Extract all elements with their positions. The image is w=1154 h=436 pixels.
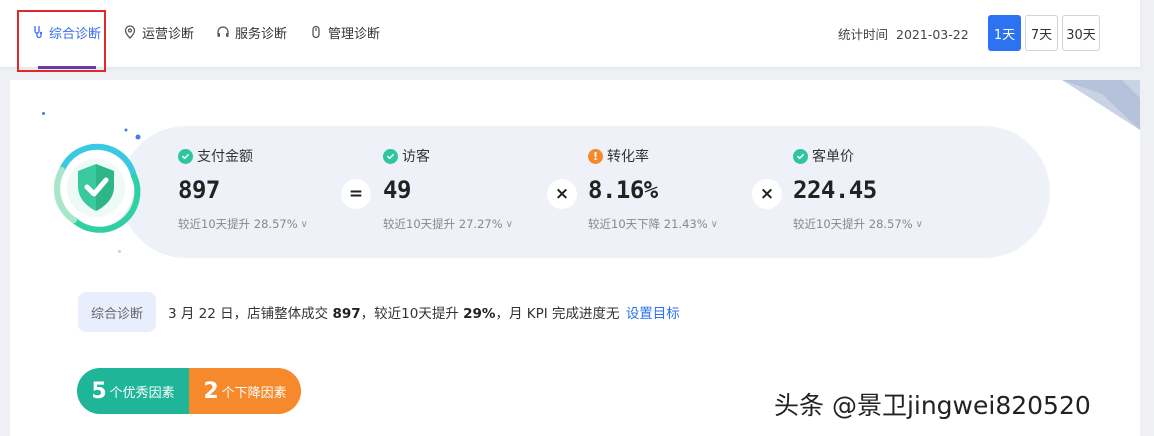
metric-compare[interactable]: 较近10天提升 28.57% ∨ bbox=[793, 216, 923, 232]
tab-service-diagnosis[interactable]: 服务诊断 bbox=[216, 20, 287, 44]
check-icon bbox=[793, 148, 808, 164]
decor-dot bbox=[118, 250, 121, 253]
chevron-down-icon: ∨ bbox=[300, 218, 308, 230]
metric-compare[interactable]: 较近10天下降 21.43% ∨ bbox=[588, 216, 718, 232]
diagnosis-panel: 支付金额 897 较近10天提升 28.57% ∨ = 访客 49 较近10天提升… bbox=[10, 80, 1140, 436]
time-range-selector: 1天 7天 30天 bbox=[988, 15, 1104, 51]
excellent-factors-button[interactable]: 5 个优秀因素 bbox=[77, 368, 189, 414]
check-icon bbox=[178, 148, 193, 164]
metric-conversion-rate: ! 转化率 8.16% 较近10天下降 21.43% ∨ bbox=[588, 146, 718, 232]
diagnosis-summary: 综合诊断 3 月 22 日，店铺整体成交 897，较近10天提升 29%，月 K… bbox=[78, 292, 680, 332]
metric-compare[interactable]: 较近10天提升 28.57% ∨ bbox=[178, 216, 308, 232]
factor-pills: 5 个优秀因素 2 个下降因素 bbox=[77, 368, 301, 414]
range-button-30d[interactable]: 30天 bbox=[1062, 15, 1100, 51]
diagnosis-text: 3 月 22 日，店铺整体成交 897，较近10天提升 29%，月 KPI 完成… bbox=[168, 306, 680, 322]
stat-time-date: 2021-03-22 bbox=[896, 27, 969, 42]
top-bar: 综合诊断 运营诊断 服务诊断 管理诊断 统计时间 2021-03-22 1天 7… bbox=[0, 0, 1140, 68]
chevron-down-icon: ∨ bbox=[710, 218, 718, 230]
diagnosis-amount: 897 bbox=[332, 306, 361, 322]
range-button-1d[interactable]: 1天 bbox=[988, 15, 1021, 51]
tab-management-diagnosis[interactable]: 管理诊断 bbox=[309, 20, 380, 44]
annotation-highlight-box bbox=[17, 10, 106, 72]
metric-value: 897 bbox=[178, 176, 220, 204]
set-target-link[interactable]: 设置目标 bbox=[626, 306, 680, 322]
metric-label: 访客 bbox=[402, 149, 430, 165]
metric-value: 8.16% bbox=[588, 176, 658, 204]
metric-average-order-value: 客单价 224.45 较近10天提升 28.57% ∨ bbox=[793, 146, 923, 232]
range-button-7d[interactable]: 7天 bbox=[1025, 15, 1058, 51]
metric-label: 支付金额 bbox=[197, 149, 253, 165]
metric-label: 转化率 bbox=[607, 149, 649, 165]
security-shield-icon bbox=[53, 124, 162, 242]
tab-operation-diagnosis[interactable]: 运营诊断 bbox=[123, 20, 194, 44]
diagnosis-tag: 综合诊断 bbox=[78, 292, 156, 332]
metric-value: 49 bbox=[383, 176, 411, 204]
location-icon bbox=[123, 25, 137, 39]
diagnosis-percent: 29% bbox=[463, 306, 496, 322]
active-tab-indicator bbox=[38, 66, 96, 69]
tab-label: 运营诊断 bbox=[142, 26, 195, 42]
equals-operator: = bbox=[341, 179, 371, 209]
check-icon bbox=[383, 148, 398, 164]
metric-value: 224.45 bbox=[793, 176, 877, 204]
multiply-operator: × bbox=[752, 179, 782, 209]
corner-ribbon-icon bbox=[1062, 80, 1140, 130]
metric-compare[interactable]: 较近10天提升 27.27% ∨ bbox=[383, 216, 513, 232]
headset-icon bbox=[216, 25, 230, 39]
decor-dot bbox=[42, 112, 45, 115]
metric-payment-amount: 支付金额 897 较近10天提升 28.57% ∨ bbox=[178, 146, 308, 232]
multiply-operator: × bbox=[547, 179, 577, 209]
chevron-down-icon: ∨ bbox=[915, 218, 923, 230]
metric-label: 客单价 bbox=[812, 149, 854, 165]
chevron-down-icon: ∨ bbox=[505, 218, 513, 230]
watermark: 头条 @景卫jingwei820520 bbox=[774, 391, 1091, 420]
declining-factors-button[interactable]: 2 个下降因素 bbox=[189, 368, 301, 414]
stat-time: 统计时间 2021-03-22 bbox=[838, 24, 969, 43]
tab-label: 管理诊断 bbox=[328, 26, 381, 42]
tag-icon bbox=[309, 25, 323, 39]
metric-visitors: 访客 49 较近10天提升 27.27% ∨ bbox=[383, 146, 513, 232]
warning-icon: ! bbox=[588, 148, 603, 164]
stat-time-label: 统计时间 bbox=[838, 27, 889, 42]
tab-label: 服务诊断 bbox=[235, 26, 288, 42]
